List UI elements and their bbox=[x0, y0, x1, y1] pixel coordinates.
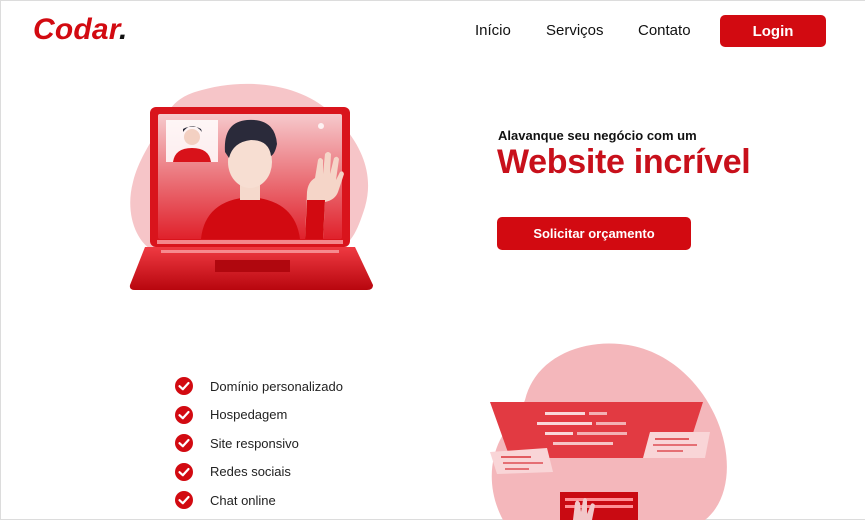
check-circle-icon bbox=[175, 405, 193, 424]
brand-name: Codar bbox=[33, 13, 120, 46]
code-editor-illustration bbox=[490, 343, 727, 520]
nav-link-contato[interactable]: Contato bbox=[638, 22, 691, 39]
check-circle-icon bbox=[175, 377, 193, 396]
list-item: Chat online bbox=[175, 486, 343, 515]
check-circle-icon bbox=[175, 462, 193, 481]
feature-label: Redes sociais bbox=[210, 464, 291, 480]
feature-label: Hospedagem bbox=[210, 407, 288, 423]
list-item: Site responsivo bbox=[175, 429, 343, 458]
request-quote-button[interactable]: Solicitar orçamento bbox=[497, 217, 691, 250]
login-button[interactable]: Login bbox=[720, 15, 826, 47]
check-circle-icon bbox=[175, 491, 193, 510]
list-item bbox=[175, 515, 343, 520]
brand-dot: . bbox=[119, 13, 128, 46]
features-list: Domínio personalizado Hospedagem Site re… bbox=[175, 372, 343, 520]
hero-title: Website incrível bbox=[497, 143, 751, 181]
list-item: Redes sociais bbox=[175, 458, 343, 487]
hero-subtitle: Alavanque seu negócio com um bbox=[498, 128, 697, 143]
nav-link-inicio[interactable]: Início bbox=[475, 22, 511, 39]
list-item: Domínio personalizado bbox=[175, 372, 343, 401]
video-call-laptop-illustration bbox=[129, 83, 373, 290]
check-circle-icon bbox=[175, 434, 193, 453]
brand-logo[interactable]: Codar. bbox=[33, 13, 128, 47]
feature-label: Site responsivo bbox=[210, 435, 299, 451]
feature-label: Domínio personalizado bbox=[210, 378, 343, 394]
nav-link-servicos[interactable]: Serviços bbox=[546, 22, 604, 39]
feature-label: Chat online bbox=[210, 492, 276, 508]
list-item: Hospedagem bbox=[175, 401, 343, 430]
